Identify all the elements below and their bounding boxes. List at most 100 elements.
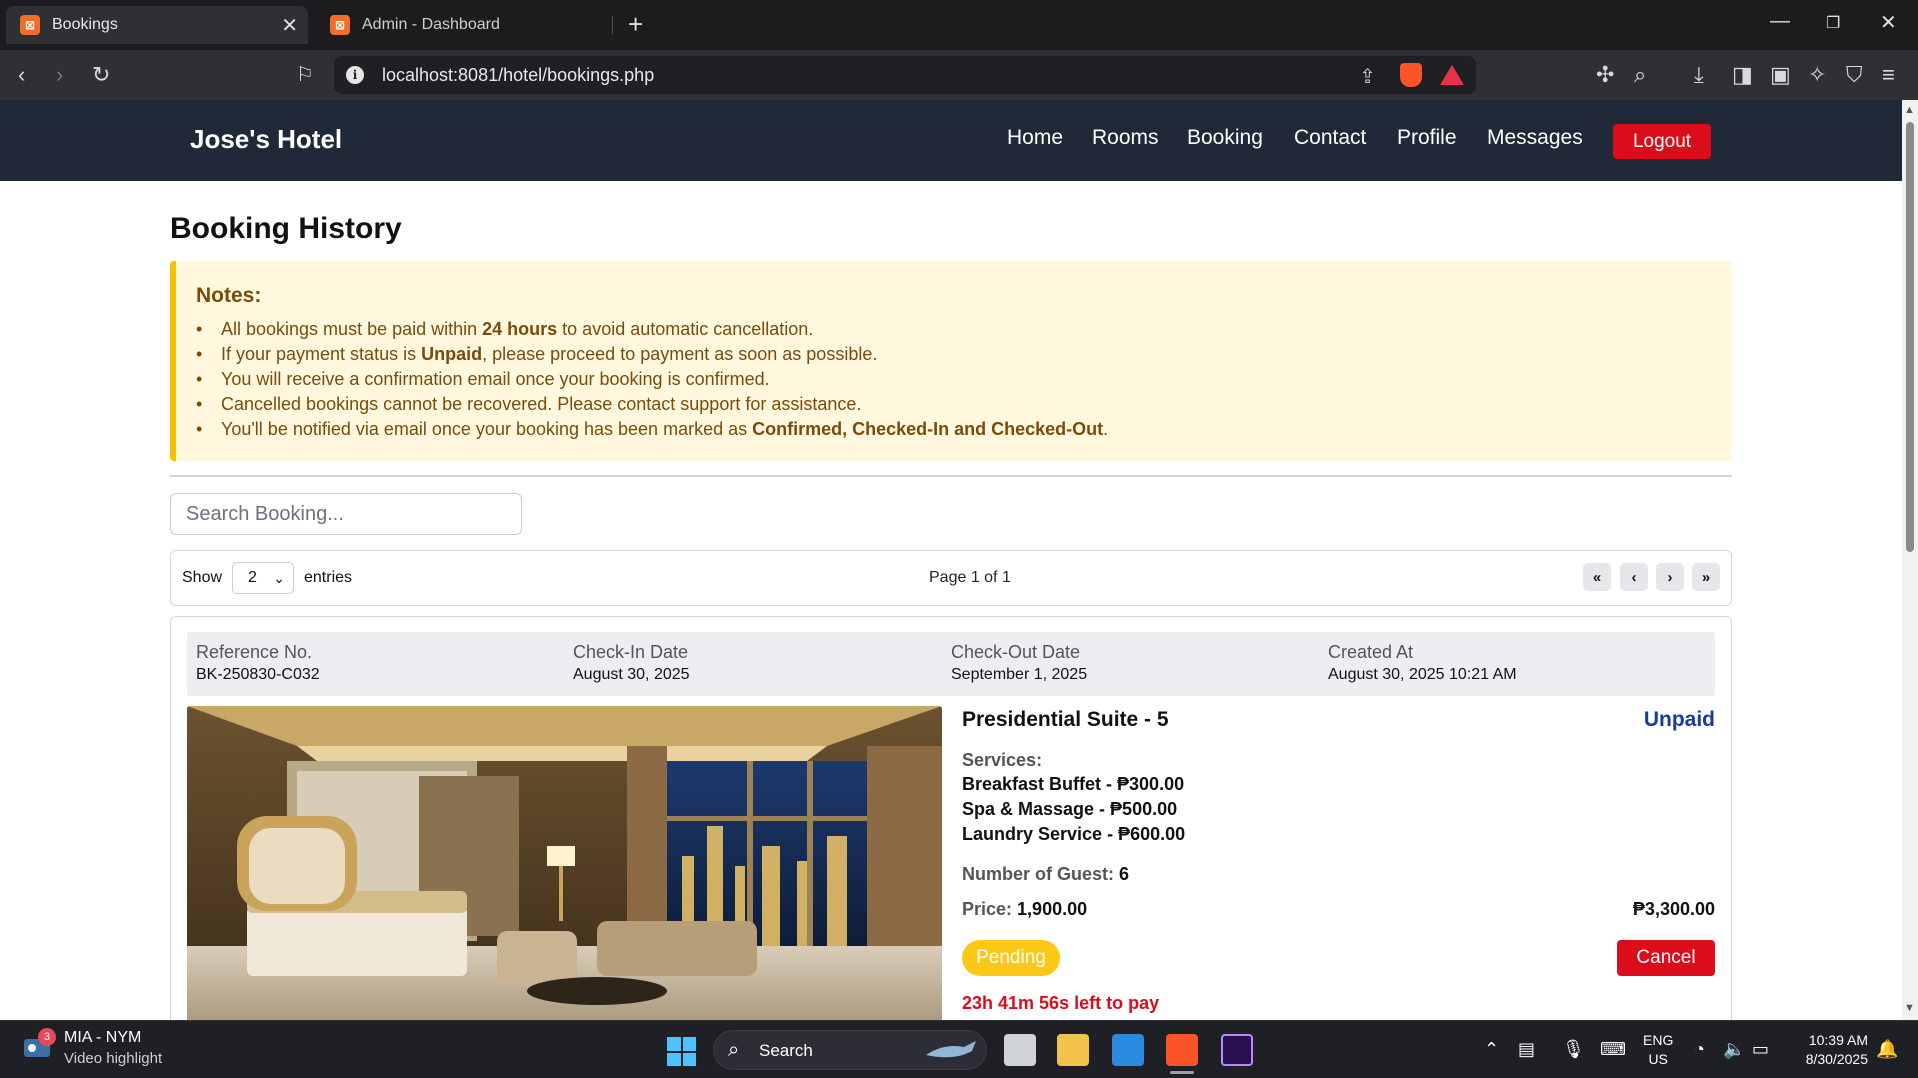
- taskbar-search[interactable]: ⌕ Search: [713, 1030, 987, 1070]
- nav-messages[interactable]: Messages: [1487, 126, 1583, 150]
- service-item: Breakfast Buffet - ₱300.00: [962, 774, 1185, 794]
- page-scrollbar[interactable]: ▲ ▼: [1902, 100, 1918, 1020]
- meta-created-at: Created At August 30, 2025 10:21 AM: [1328, 642, 1517, 683]
- close-window-icon[interactable]: ✕: [1880, 10, 1897, 35]
- shark-icon: [926, 1041, 976, 1058]
- notifications-icon[interactable]: 🔔: [1876, 1039, 1898, 1060]
- task-view-icon[interactable]: [1004, 1034, 1036, 1066]
- show-label: Show: [182, 569, 223, 586]
- minimize-icon[interactable]: —: [1770, 10, 1790, 33]
- scroll-up-icon[interactable]: ▲: [1904, 104, 1915, 116]
- next-page-button[interactable]: ›: [1656, 563, 1684, 591]
- leo-ai-icon[interactable]: ✧: [1808, 63, 1826, 87]
- address-bar[interactable]: i localhost:8081/hotel/bookings.php ⇪: [334, 56, 1476, 94]
- xampp-favicon-icon: ⊠: [20, 15, 40, 35]
- new-tab-icon[interactable]: +: [628, 11, 643, 37]
- keyboard-icon[interactable]: ⌨: [1600, 1039, 1626, 1060]
- tab-separator: [612, 16, 613, 34]
- note-item: All bookings must be paid within 24 hour…: [196, 317, 1732, 342]
- site-info-icon[interactable]: i: [346, 66, 364, 84]
- restore-icon[interactable]: ❐: [1826, 13, 1840, 33]
- browser-toolbar: ‹ › ↻ ⚐ i localhost:8081/hotel/bookings.…: [0, 50, 1918, 100]
- tray-app-icon[interactable]: ▤: [1518, 1039, 1535, 1060]
- battery-icon[interactable]: ▭: [1752, 1039, 1769, 1060]
- divider: [170, 475, 1732, 477]
- back-icon[interactable]: ‹: [18, 63, 25, 87]
- cancel-button[interactable]: Cancel: [1617, 940, 1715, 976]
- room-price: Price: 1,900.00: [962, 899, 1088, 919]
- forward-icon[interactable]: ›: [56, 63, 63, 87]
- booking-card: Reference No. BK-250830-C032 Check-In Da…: [170, 616, 1732, 1078]
- extensions-icon[interactable]: ✣: [1596, 63, 1614, 87]
- notes-panel: Notes: All bookings must be paid within …: [170, 261, 1732, 461]
- active-app-indicator: [1170, 1071, 1194, 1074]
- note-item: If your payment status is Unpaid, please…: [196, 342, 1732, 367]
- room-photo: [187, 706, 942, 1026]
- nav-rooms[interactable]: Rooms: [1092, 126, 1159, 150]
- tab-title: Admin - Dashboard: [362, 16, 500, 33]
- brave-shields-icon[interactable]: [1400, 63, 1422, 87]
- logout-button[interactable]: Logout: [1613, 124, 1711, 159]
- status-badge: Pending: [962, 940, 1060, 976]
- services-label: Services:: [962, 750, 1043, 770]
- note-item: Cancelled bookings cannot be recovered. …: [196, 392, 1732, 417]
- nav-contact[interactable]: Contact: [1294, 126, 1366, 150]
- meta-check-out: Check-Out Date September 1, 2025: [951, 642, 1088, 683]
- start-icon[interactable]: [667, 1037, 696, 1066]
- search-icon: ⌕: [728, 1039, 740, 1061]
- url-text[interactable]: localhost:8081/hotel/bookings.php: [382, 65, 654, 86]
- after-effects-icon[interactable]: [1221, 1034, 1253, 1066]
- menu-icon[interactable]: ≡: [1882, 63, 1895, 87]
- close-tab-icon[interactable]: ✕: [281, 13, 298, 38]
- xampp-favicon-icon: ⊠: [330, 15, 350, 35]
- meta-reference: Reference No. BK-250830-C032: [196, 642, 320, 683]
- search-label: Search: [759, 1041, 813, 1060]
- nav-booking[interactable]: Booking: [1187, 126, 1263, 150]
- prev-page-button[interactable]: ‹: [1620, 563, 1648, 591]
- last-page-button[interactable]: »: [1692, 563, 1720, 591]
- language-indicator[interactable]: ENG US: [1643, 1031, 1673, 1069]
- scroll-thumb[interactable]: [1906, 122, 1914, 552]
- brave-browser-icon[interactable]: [1166, 1034, 1198, 1066]
- sidebar-icon[interactable]: ◨: [1732, 63, 1753, 87]
- booking-meta: Reference No. BK-250830-C032 Check-In Da…: [187, 632, 1715, 696]
- volume-icon[interactable]: 🔈: [1723, 1039, 1745, 1060]
- note-item: You'll be notified via email once your b…: [196, 417, 1732, 442]
- first-page-button[interactable]: «: [1583, 563, 1611, 591]
- entries-select[interactable]: 2 ⌄: [232, 562, 294, 594]
- tab-title: Bookings: [52, 16, 118, 33]
- nav-home[interactable]: Home: [1007, 126, 1063, 150]
- service-item: Laundry Service - ₱600.00: [962, 824, 1186, 844]
- scroll-down-icon[interactable]: ▼: [1904, 1002, 1915, 1014]
- brave-rewards-icon[interactable]: [1440, 65, 1464, 85]
- browser-tabbar: ⊠ Bookings ✕ ⊠ Admin - Dashboard + — ❐ ✕: [0, 0, 1918, 50]
- chevron-down-icon: ⌄: [273, 570, 285, 586]
- tab-bookings[interactable]: ⊠ Bookings ✕: [6, 6, 308, 44]
- total-amount: ₱3,300.00: [1632, 899, 1715, 919]
- bookmark-icon[interactable]: ⚐: [296, 63, 314, 87]
- widget-title[interactable]: MIA - NYM: [64, 1029, 141, 1047]
- vpn-icon[interactable]: ⛉: [1846, 63, 1863, 87]
- note-item: You will receive a confirmation email on…: [196, 367, 1732, 392]
- reload-icon[interactable]: ↻: [92, 63, 110, 87]
- share-icon[interactable]: ⇪: [1359, 64, 1376, 89]
- meta-check-in: Check-In Date August 30, 2025: [573, 642, 690, 683]
- clock[interactable]: 10:39 AM 8/30/2025: [1796, 1031, 1868, 1069]
- guest-count: Number of Guest: 6: [962, 864, 1130, 884]
- downloads-icon[interactable]: ⤓: [1694, 63, 1704, 87]
- file-explorer-icon[interactable]: [1057, 1034, 1089, 1066]
- tab-admin-dashboard[interactable]: ⊠ Admin - Dashboard: [316, 6, 616, 44]
- payment-countdown: 23h 41m 56s left to pay: [962, 993, 1160, 1013]
- reader-mode-icon[interactable]: ⌕: [1634, 63, 1646, 87]
- show-hidden-icons-icon[interactable]: ⌃: [1484, 1039, 1499, 1060]
- entries-value: 2: [248, 569, 257, 586]
- search-booking-input[interactable]: [170, 493, 522, 535]
- site-brand[interactable]: Jose's Hotel: [190, 124, 342, 155]
- room-name: Presidential Suite - 5: [962, 708, 1169, 731]
- entries-label: entries: [304, 569, 353, 586]
- microphone-icon[interactable]: 🎙: [1562, 1039, 1585, 1060]
- vscode-icon[interactable]: [1112, 1034, 1144, 1066]
- wallet-icon[interactable]: ▣: [1770, 63, 1791, 87]
- nav-profile[interactable]: Profile: [1397, 126, 1457, 150]
- wifi-icon[interactable]: ◔: [1694, 1039, 1705, 1060]
